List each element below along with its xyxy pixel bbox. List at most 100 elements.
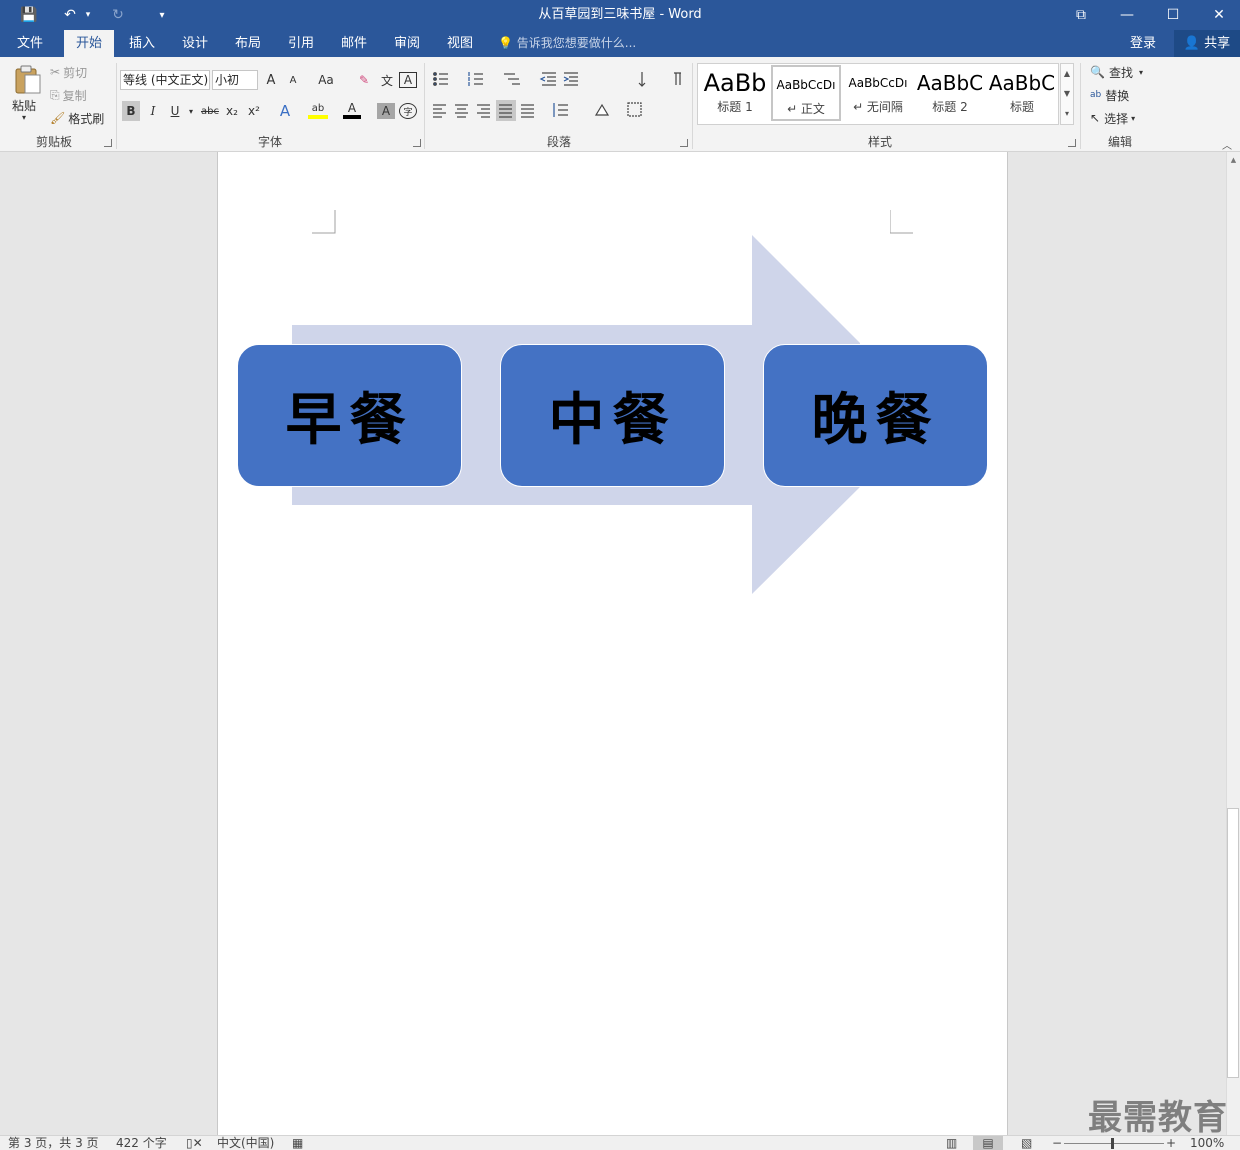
ribbon-display-options-icon[interactable]: ⧉ [1058, 0, 1104, 30]
page-count[interactable]: 第 3 页，共 3 页 [8, 1136, 99, 1150]
style-heading-2[interactable]: AaBbC 标题 2 [915, 65, 985, 121]
language-indicator[interactable]: 中文(中国) [217, 1136, 274, 1150]
zoom-in-button[interactable]: + [1166, 1136, 1176, 1150]
underline-dropdown-icon[interactable]: ▾ [186, 101, 196, 121]
style-normal[interactable]: AaBbCcDı ↵ 正文 [771, 65, 841, 121]
clipboard-icon [15, 65, 41, 94]
zoom-slider-thumb[interactable] [1111, 1138, 1114, 1149]
format-painter-button[interactable]: 🖌 格式刷 [50, 108, 104, 128]
format-painter-label: 格式刷 [68, 111, 105, 126]
select-label: 选择 [1104, 111, 1129, 126]
italic-button[interactable]: I [144, 101, 162, 121]
superscript-button[interactable]: x² [245, 101, 263, 121]
zoom-level[interactable]: 100% [1190, 1136, 1224, 1150]
share-label: 共享 [1204, 36, 1231, 51]
align-right-icon [477, 104, 490, 118]
close-button[interactable]: ✕ [1196, 0, 1240, 30]
proofing-icon[interactable]: ▯✕ [186, 1136, 203, 1150]
login-link[interactable]: 登录 [1130, 30, 1156, 57]
undo-dropdown-icon[interactable]: ▾ [82, 0, 94, 30]
smartart-text: 晚餐 [811, 387, 940, 453]
read-mode-icon[interactable]: ▥ [946, 1136, 957, 1150]
decrease-indent-icon [539, 72, 556, 86]
paste-button[interactable]: 粘贴 ▾ [8, 63, 46, 127]
tab-file[interactable]: 文件 [6, 30, 54, 57]
style-name: ↵ 正文 [787, 102, 825, 116]
print-layout-icon[interactable]: ▤ [973, 1136, 1003, 1150]
font-size-combo[interactable]: 小初 [212, 70, 258, 90]
character-border-icon[interactable]: A [399, 72, 417, 88]
find-label: 查找 [1108, 65, 1133, 80]
text-effects-icon[interactable]: A [276, 101, 294, 121]
change-case-icon[interactable]: Aa [312, 70, 340, 90]
underline-button[interactable]: U [166, 101, 184, 121]
collapse-ribbon-icon[interactable]: ︿ [1222, 137, 1232, 152]
person-icon: 👤 [1183, 36, 1201, 51]
more-styles-icon[interactable]: ▾ [1061, 104, 1073, 124]
minimize-button[interactable]: — [1104, 0, 1150, 30]
clipboard-launcher-icon[interactable] [104, 139, 112, 147]
font-launcher-icon[interactable] [413, 139, 421, 147]
style-title[interactable]: AaBbC 标题 [987, 65, 1057, 121]
share-button[interactable]: 👤 共享 [1174, 30, 1240, 57]
font-group-label: 字体 [257, 135, 282, 149]
smartart-box-dinner[interactable]: 晚餐 [763, 344, 988, 487]
tab-insert[interactable]: 插入 [118, 30, 166, 57]
styles-scroll-control[interactable]: ▲ ▼ ▾ [1060, 63, 1074, 125]
maximize-button[interactable]: ☐ [1150, 0, 1196, 30]
tab-review[interactable]: 审阅 [383, 30, 431, 57]
scrollbar-thumb[interactable] [1227, 808, 1239, 1078]
undo-icon[interactable]: ↶ [58, 0, 82, 30]
character-shading-icon[interactable]: A [377, 103, 395, 119]
find-button[interactable]: 🔍 查找 ▾ [1090, 62, 1143, 82]
replace-button[interactable]: ab 替换 [1090, 85, 1129, 105]
subscript-button[interactable]: x₂ [223, 101, 241, 121]
grow-font-icon[interactable]: A [262, 70, 280, 90]
tell-me-search[interactable]: 💡 告诉我您想要做什么... [498, 30, 636, 57]
cut-button[interactable]: ✂ 剪切 [50, 62, 87, 82]
strikethrough-button[interactable]: abc [199, 101, 221, 121]
word-count[interactable]: 422 个字 [116, 1136, 167, 1150]
smartart-box-breakfast[interactable]: 早餐 [237, 344, 462, 487]
scroll-up-arrow-icon[interactable]: ▲ [1227, 156, 1240, 164]
style-heading-1[interactable]: AaBb 标题 1 [700, 65, 770, 121]
clear-formatting-icon[interactable]: ✎ [354, 70, 374, 90]
paste-dropdown-icon[interactable]: ▾ [22, 113, 26, 122]
enclose-characters-icon[interactable]: 字 [399, 103, 417, 119]
scroll-down-icon[interactable]: ▼ [1061, 84, 1073, 104]
tab-mailings[interactable]: 邮件 [330, 30, 378, 57]
save-icon[interactable]: 💾 [16, 0, 42, 30]
watermark-logo: 最需教育 [1088, 1098, 1228, 1138]
tab-home[interactable]: 开始 [64, 30, 114, 57]
find-dropdown-icon[interactable]: ▾ [1139, 68, 1143, 77]
shrink-font-icon[interactable]: A [284, 70, 302, 90]
redo-icon[interactable]: ↻ [106, 0, 130, 30]
select-button[interactable]: ↖ 选择 ▾ [1090, 108, 1135, 128]
phonetic-guide-icon[interactable]: 文 [377, 70, 397, 90]
bold-button[interactable]: B [122, 101, 140, 121]
highlight-color-icon[interactable]: ab [308, 101, 328, 119]
select-dropdown-icon[interactable]: ▾ [1131, 114, 1135, 123]
tab-references[interactable]: 引用 [277, 30, 325, 57]
tab-design[interactable]: 设计 [171, 30, 219, 57]
web-layout-icon[interactable]: ▧ [1021, 1136, 1032, 1150]
zoom-slider[interactable] [1064, 1143, 1164, 1144]
style-preview: AaBbCcDı [776, 78, 836, 92]
macro-record-icon[interactable]: ▦ [292, 1136, 303, 1150]
smartart-box-lunch[interactable]: 中餐 [500, 344, 725, 487]
scroll-up-icon[interactable]: ▲ [1061, 64, 1073, 84]
copy-button[interactable]: ⎘ 复制 [50, 85, 87, 105]
style-no-spacing[interactable]: AaBbCcDı ↵ 无间隔 [843, 65, 913, 121]
tab-layout[interactable]: 布局 [224, 30, 272, 57]
style-preview: AaBbC [916, 71, 984, 95]
font-name-combo[interactable]: 等线 (中文正文) [120, 70, 210, 90]
zoom-out-button[interactable]: − [1052, 1136, 1062, 1150]
font-color-icon[interactable]: A [343, 101, 361, 119]
styles-launcher-icon[interactable] [1068, 139, 1076, 147]
increase-indent-icon [563, 72, 578, 86]
paragraph-launcher-icon[interactable] [680, 139, 688, 147]
align-center-icon [455, 104, 468, 118]
group-separator [692, 63, 693, 149]
tab-view[interactable]: 视图 [436, 30, 484, 57]
customize-quick-access-icon[interactable]: ▾ [154, 0, 170, 30]
